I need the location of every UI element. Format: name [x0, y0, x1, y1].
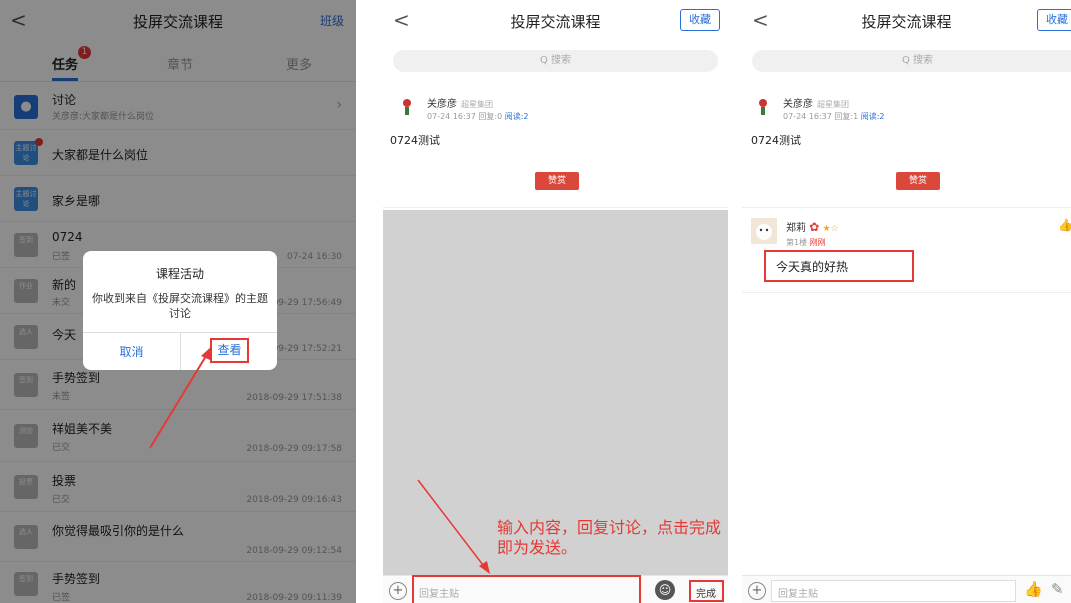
like-icon[interactable]: 👍	[1058, 218, 1071, 232]
avatar	[752, 96, 774, 118]
divider	[742, 292, 1071, 293]
post-time-replies: 07-24 16:37 回复:1	[783, 112, 859, 121]
plus-icon[interactable]: +	[748, 582, 766, 600]
discussion-result-screen: < 投屏交流课程 收藏 Q 搜索 关彦彦 超星集团 07-24 16:37 回复:…	[742, 0, 1071, 603]
annotation-arrow	[149, 346, 212, 449]
search-input[interactable]: Q 搜索	[752, 50, 1071, 72]
reply-meta: 第1楼 刚刚	[786, 237, 826, 248]
edit-icon[interactable]: ✎	[1051, 580, 1064, 598]
post-meta: 07-24 16:37 回复:1 阅读:2	[783, 111, 885, 122]
top-bar: < 投屏交流课程 收藏	[742, 0, 1071, 40]
author-name: 关彦彦	[783, 99, 813, 110]
reply-content: 今天真的好热	[776, 260, 849, 274]
like-icon[interactable]: 👍	[1024, 580, 1043, 598]
avatar	[751, 218, 777, 244]
post-body: 0724测试	[751, 134, 801, 147]
flower-icon: ✿	[809, 220, 820, 234]
discussion-reply-screen: < 投屏交流课程 收藏 Q 搜索 关彦彦 超星集团 07-24 16:37 回复:…	[383, 0, 728, 603]
done-button[interactable]: 完成	[696, 585, 716, 600]
reward-button[interactable]: 赞赏	[896, 172, 940, 190]
reply-time: 刚刚	[809, 238, 826, 247]
star-rating-icon: ★☆	[822, 224, 839, 234]
divider	[742, 207, 1071, 208]
author-name: 郑莉	[786, 223, 806, 234]
emoji-icon[interactable]: ☺	[655, 580, 675, 600]
floor-number: 第1楼	[786, 238, 808, 247]
author-org: 超星集团	[817, 100, 849, 109]
plus-icon[interactable]: +	[389, 582, 407, 600]
annotation-arrow	[417, 479, 490, 574]
reply-input[interactable]: 回复主贴	[778, 585, 818, 600]
task-list-screen: < 投屏交流课程 班级 任务 1 章节 更多 ● 讨论 关彦彦:大家都是什么岗位…	[0, 0, 356, 603]
reply-bar: + 回复主贴 👍 ✎	[742, 575, 1071, 603]
page-title: 投屏交流课程	[861, 13, 952, 31]
post-author: 关彦彦 超星集团	[783, 95, 849, 110]
read-count: 阅读:2	[860, 112, 885, 121]
collect-button[interactable]: 收藏	[1037, 9, 1071, 31]
reply-author: 郑莉 ✿ ★☆	[786, 219, 839, 234]
reply-bar: + 回复主贴 ☺ 完成	[383, 575, 728, 603]
reply-input[interactable]: 回复主贴	[419, 585, 459, 600]
